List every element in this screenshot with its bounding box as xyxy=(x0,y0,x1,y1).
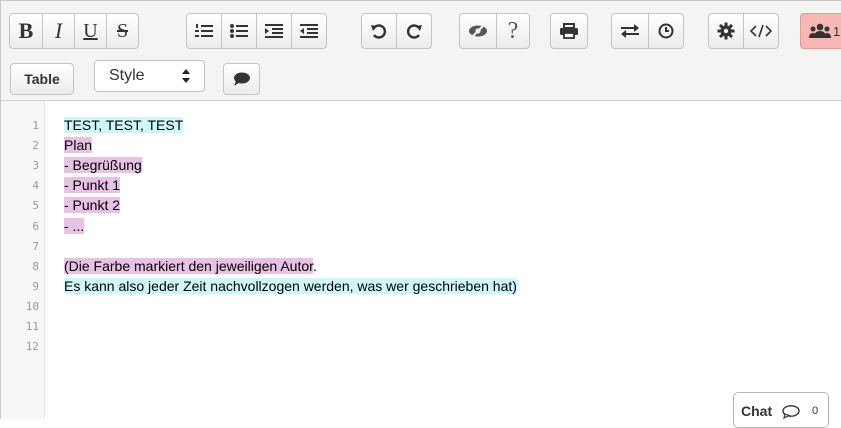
style-select-value: Style xyxy=(109,67,145,84)
line-number: 4 xyxy=(32,179,39,193)
print-icon xyxy=(560,23,578,39)
chat-bubble-icon xyxy=(782,405,800,419)
users-button[interactable]: 1 xyxy=(800,13,841,49)
undo-button[interactable] xyxy=(361,13,397,49)
line-number: 2 xyxy=(32,139,39,153)
underline-label: U xyxy=(83,19,98,42)
author-text: - Punkt 1 xyxy=(64,177,121,194)
chat-count: 0 xyxy=(812,405,819,417)
italic-button[interactable]: I xyxy=(42,13,75,49)
redo-button[interactable] xyxy=(396,13,432,49)
author-text: TEST, TEST, TEST xyxy=(64,117,184,133)
underline-button[interactable]: U xyxy=(74,13,107,49)
history-group xyxy=(361,13,432,49)
export-group xyxy=(611,13,684,49)
editor-line[interactable]: Plan xyxy=(64,135,93,155)
line-number: 5 xyxy=(32,199,39,213)
settings-button[interactable] xyxy=(708,13,744,49)
import-export-icon xyxy=(621,24,639,38)
editor-line[interactable]: - Punkt 2 xyxy=(64,195,121,215)
line-number: 1 xyxy=(32,119,39,132)
line-number: 8 xyxy=(32,259,39,273)
import-export-button[interactable] xyxy=(611,13,649,49)
ordered-list-button[interactable] xyxy=(186,13,222,49)
outdent-button[interactable] xyxy=(291,13,327,49)
author-text: Plan xyxy=(64,137,93,154)
line-number: 10 xyxy=(25,299,39,313)
editor-line[interactable]: (Die Farbe markiert den jeweiligen Autor… xyxy=(64,256,317,276)
ordered-list-icon xyxy=(195,24,213,37)
editor-line[interactable]: Es kann also jeder Zeit nachvollzogen we… xyxy=(64,276,517,296)
settings-icon xyxy=(717,22,735,40)
help-label: ? xyxy=(507,17,519,44)
editor-toolbar: B I U S ? 1 Table Style xyxy=(1,1,841,101)
unordered-list-button[interactable] xyxy=(221,13,257,49)
style-select[interactable]: Style xyxy=(94,60,205,92)
print-button[interactable] xyxy=(550,13,588,49)
table-label: Table xyxy=(24,71,60,87)
line-number: 11 xyxy=(25,320,39,333)
line-number: 9 xyxy=(32,279,39,293)
bold-button[interactable]: B xyxy=(9,13,43,49)
author-text: - ... xyxy=(64,217,85,234)
line-number: 3 xyxy=(32,159,39,173)
users-count: 1 xyxy=(833,23,841,39)
author-text: Es kann also jeder Zeit nachvollzogen we… xyxy=(64,277,517,294)
help-button[interactable]: ? xyxy=(496,13,530,49)
author-text: - Punkt 2 xyxy=(64,197,121,214)
italic-label: I xyxy=(54,18,63,43)
timeslider-icon xyxy=(658,23,674,39)
comment-button[interactable] xyxy=(223,63,260,95)
select-arrows-icon xyxy=(182,69,190,83)
strike-label: S xyxy=(116,19,129,42)
indent-icon xyxy=(265,24,283,38)
clear-authorship-button[interactable] xyxy=(459,13,497,49)
format-group: B I U S xyxy=(9,13,139,49)
unordered-list-icon xyxy=(230,24,248,38)
embed-icon xyxy=(750,24,772,38)
print-group xyxy=(550,13,588,49)
bold-label: B xyxy=(18,18,34,43)
hide-authorship-icon xyxy=(469,24,487,38)
line-number-gutter: 1 2 3 4 5 6 7 8 9 10 11 12 xyxy=(1,101,45,419)
chat-button[interactable]: Chat 0 xyxy=(733,392,829,428)
editor-line[interactable]: - ... xyxy=(64,216,85,236)
users-icon xyxy=(809,23,831,38)
view-group: ? xyxy=(459,13,530,49)
author-text-tail: . xyxy=(313,257,317,274)
redo-icon xyxy=(407,24,422,39)
author-text: (Die Farbe markiert den jeweiligen Autor xyxy=(64,257,314,274)
author-text: - Begrüßung xyxy=(64,157,142,174)
editor-line[interactable]: TEST, TEST, TEST xyxy=(64,115,184,135)
strikethrough-button[interactable]: S xyxy=(106,13,139,49)
editor-line[interactable]: - Begrüßung xyxy=(64,155,142,175)
timeslider-button[interactable] xyxy=(648,13,684,49)
table-button[interactable]: Table xyxy=(10,63,74,95)
undo-icon xyxy=(371,24,386,39)
embed-button[interactable] xyxy=(743,13,779,49)
comment-icon xyxy=(233,72,250,86)
editor-line[interactable]: - Punkt 1 xyxy=(64,175,121,195)
settings-group xyxy=(708,13,779,49)
indent-button[interactable] xyxy=(256,13,292,49)
line-number: 7 xyxy=(32,239,39,253)
list-group xyxy=(186,13,327,49)
outdent-icon xyxy=(300,24,318,38)
chat-label: Chat xyxy=(741,403,773,419)
editor-area[interactable]: 1 2 3 4 5 6 7 8 9 10 11 12 TEST, TEST, TEST Plan - Be… xyxy=(1,101,841,419)
line-number: 12 xyxy=(25,340,39,354)
line-number: 6 xyxy=(32,219,39,233)
